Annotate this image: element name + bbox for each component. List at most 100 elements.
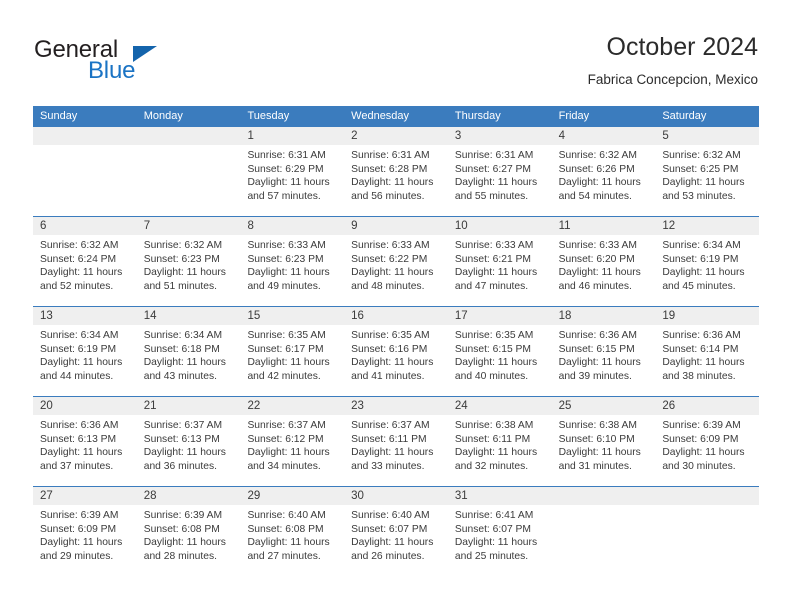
day-info: Sunrise: 6:37 AM Sunset: 6:13 PM Daylight:… — [137, 415, 241, 473]
day-cell[interactable]: 19 Sunrise: 6:36 AM Sunset: 6:14 PM Dayligh… — [655, 307, 760, 396]
sunrise-text: Sunrise: 6:37 AM — [143, 420, 223, 431]
day-cell[interactable]: 4 Sunrise: 6:32 AM Sunset: 6:26 PM Daylight… — [551, 127, 656, 216]
day-cell[interactable]: 15 Sunrise: 6:35 AM Sunset: 6:17 PM Dayligh… — [240, 307, 345, 396]
day-info: Sunrise: 6:31 AM Sunset: 6:29 PM Daylight:… — [240, 145, 344, 203]
calendar-week-row: 13 Sunrise: 6:34 AM Sunset: 6:19 PM Dayligh… — [33, 306, 760, 396]
day-cell[interactable]: 5 Sunrise: 6:32 AM Sunset: 6:25 PM Daylight… — [655, 127, 760, 216]
sunrise-text: Sunrise: 6:38 AM — [558, 420, 638, 431]
daylight-text: Daylight: 11 hours and 38 minutes. — [662, 357, 745, 382]
sunset-text: Sunset: 6:23 PM — [247, 253, 324, 265]
general-blue-logo[interactable]: General Blue — [34, 36, 274, 92]
day-info: Sunrise: 6:33 AM Sunset: 6:22 PM Daylight:… — [344, 235, 448, 293]
day-number-strip: 20 — [33, 397, 137, 415]
day-number: 16 — [351, 310, 364, 322]
sunrise-text: Sunrise: 6:35 AM — [351, 330, 430, 341]
sunset-text: Sunset: 6:08 PM — [247, 523, 324, 535]
day-info: Sunrise: 6:32 AM Sunset: 6:26 PM Daylight:… — [552, 145, 656, 203]
sunset-text: Sunset: 6:07 PM — [454, 523, 532, 535]
day-number-strip: 18 — [551, 307, 656, 325]
day-cell[interactable]: 22 Sunrise: 6:37 AM Sunset: 6:12 PM Dayligh… — [240, 397, 345, 486]
day-cell[interactable]: 24 Sunrise: 6:38 AM Sunset: 6:11 PM Dayligh… — [447, 397, 552, 486]
day-number: 22 — [247, 400, 261, 412]
day-cell[interactable]: 8 Sunrise: 6:33 AM Sunset: 6:23 PM Daylight… — [240, 217, 345, 306]
sunrise-text: Sunrise: 6:34 AM — [143, 330, 223, 341]
sunrise-text: Sunrise: 6:31 AM — [454, 150, 534, 161]
sunset-text: Sunset: 6:28 PM — [351, 163, 428, 175]
day-number-strip: 22 — [240, 397, 345, 415]
page-header: General Blue October 2024 Fabrica Concep… — [0, 0, 792, 104]
day-cell[interactable]: 13 Sunrise: 6:34 AM Sunset: 6:19 PM Dayligh… — [33, 307, 137, 396]
daylight-text: Daylight: 11 hours and 55 minutes. — [454, 177, 538, 202]
day-number: 17 — [454, 310, 468, 322]
daylight-text: Daylight: 11 hours and 28 minutes. — [143, 537, 226, 562]
sunrise-text: Sunrise: 6:35 AM — [247, 330, 326, 341]
day-info: Sunrise: 6:37 AM Sunset: 6:11 PM Daylight:… — [344, 415, 448, 473]
daylight-text: Daylight: 11 hours and 52 minutes. — [40, 267, 123, 292]
day-number-strip: 27 — [33, 487, 137, 505]
day-cell[interactable]: 23 Sunrise: 6:37 AM Sunset: 6:11 PM Dayligh… — [344, 397, 448, 486]
day-number: 28 — [143, 490, 157, 502]
day-cell[interactable]: 20 Sunrise: 6:36 AM Sunset: 6:13 PM Dayligh… — [33, 397, 137, 486]
day-info: Sunrise: 6:35 AM Sunset: 6:15 PM Daylight:… — [448, 325, 552, 383]
sunset-text: Sunset: 6:26 PM — [558, 163, 635, 175]
week-cells: 27 Sunrise: 6:39 AM Sunset: 6:09 PM Dayligh… — [33, 487, 760, 576]
day-number: 19 — [662, 310, 676, 322]
day-number-strip: 14 — [136, 307, 241, 325]
daylight-text: Daylight: 11 hours and 39 minutes. — [558, 357, 641, 382]
day-number: 27 — [40, 490, 53, 502]
sunset-text: Sunset: 6:27 PM — [454, 163, 532, 175]
day-cell[interactable]: 18 Sunrise: 6:36 AM Sunset: 6:15 PM Dayligh… — [551, 307, 656, 396]
day-cell[interactable]: 3 Sunrise: 6:31 AM Sunset: 6:27 PM Daylight… — [447, 127, 552, 216]
sunrise-text: Sunrise: 6:39 AM — [40, 510, 119, 521]
day-number-strip — [551, 487, 656, 505]
day-info: Sunrise: 6:41 AM Sunset: 6:07 PM Daylight:… — [448, 505, 552, 563]
sunrise-text: Sunrise: 6:34 AM — [662, 240, 741, 251]
day-number: 21 — [143, 400, 157, 412]
day-number-strip: 1 — [240, 127, 345, 145]
calendar-weeks: 1 Sunrise: 6:31 AM Sunset: 6:29 PM Daylight… — [33, 127, 760, 576]
daylight-text: Daylight: 11 hours and 42 minutes. — [247, 357, 330, 382]
day-cell[interactable]: 16 Sunrise: 6:35 AM Sunset: 6:16 PM Dayligh… — [344, 307, 448, 396]
sunset-text: Sunset: 6:07 PM — [351, 523, 428, 535]
day-cell[interactable]: 28 Sunrise: 6:39 AM Sunset: 6:08 PM Dayligh… — [136, 487, 241, 576]
day-cell[interactable]: 29 Sunrise: 6:40 AM Sunset: 6:08 PM Dayligh… — [240, 487, 345, 576]
sunrise-text: Sunrise: 6:40 AM — [351, 510, 430, 521]
day-cell[interactable]: 31 Sunrise: 6:41 AM Sunset: 6:07 PM Dayligh… — [447, 487, 552, 576]
day-cell[interactable]: 14 Sunrise: 6:34 AM Sunset: 6:18 PM Dayligh… — [136, 307, 241, 396]
day-cell[interactable]: 6 Sunrise: 6:32 AM Sunset: 6:24 PM Daylight… — [33, 217, 137, 306]
day-cell[interactable]: 7 Sunrise: 6:32 AM Sunset: 6:23 PM Daylight… — [136, 217, 241, 306]
daylight-text: Daylight: 11 hours and 41 minutes. — [351, 357, 434, 382]
day-cell[interactable]: 27 Sunrise: 6:39 AM Sunset: 6:09 PM Dayligh… — [33, 487, 137, 576]
day-cell[interactable]: 10 Sunrise: 6:33 AM Sunset: 6:21 PM Dayligh… — [447, 217, 552, 306]
day-info: Sunrise: 6:39 AM Sunset: 6:09 PM Daylight:… — [33, 505, 137, 563]
daylight-text: Daylight: 11 hours and 32 minutes. — [454, 447, 538, 472]
page-title: October 2024 — [606, 33, 759, 61]
sunrise-text: Sunrise: 6:36 AM — [558, 330, 638, 341]
day-cell[interactable]: 12 Sunrise: 6:34 AM Sunset: 6:19 PM Dayligh… — [655, 217, 760, 306]
day-cell[interactable]: 30 Sunrise: 6:40 AM Sunset: 6:07 PM Dayligh… — [344, 487, 448, 576]
day-cell[interactable]: 11 Sunrise: 6:33 AM Sunset: 6:20 PM Dayligh… — [551, 217, 656, 306]
day-cell[interactable]: 1 Sunrise: 6:31 AM Sunset: 6:29 PM Daylight… — [240, 127, 345, 216]
day-info: Sunrise: 6:40 AM Sunset: 6:07 PM Daylight:… — [344, 505, 448, 563]
day-number-strip: 25 — [551, 397, 656, 415]
day-cell[interactable]: 21 Sunrise: 6:37 AM Sunset: 6:13 PM Dayligh… — [136, 397, 241, 486]
day-info: Sunrise: 6:39 AM Sunset: 6:09 PM Daylight:… — [655, 415, 759, 473]
day-number-strip: 28 — [136, 487, 241, 505]
day-number-strip: 23 — [344, 397, 448, 415]
day-number-strip: 26 — [655, 397, 760, 415]
week-cells: 13 Sunrise: 6:34 AM Sunset: 6:19 PM Dayligh… — [33, 307, 760, 396]
day-cell[interactable]: 2 Sunrise: 6:31 AM Sunset: 6:28 PM Daylight… — [344, 127, 448, 216]
day-cell-empty — [136, 127, 241, 216]
day-cell[interactable]: 17 Sunrise: 6:35 AM Sunset: 6:15 PM Dayligh… — [447, 307, 552, 396]
day-number: 6 — [40, 220, 47, 232]
day-cell[interactable]: 9 Sunrise: 6:33 AM Sunset: 6:22 PM Daylight… — [344, 217, 448, 306]
day-cell[interactable]: 26 Sunrise: 6:39 AM Sunset: 6:09 PM Dayligh… — [655, 397, 760, 486]
day-cell[interactable]: 25 Sunrise: 6:38 AM Sunset: 6:10 PM Dayligh… — [551, 397, 656, 486]
day-info: Sunrise: 6:35 AM Sunset: 6:16 PM Daylight:… — [344, 325, 448, 383]
sunset-text: Sunset: 6:17 PM — [247, 343, 324, 355]
sunrise-text: Sunrise: 6:36 AM — [40, 420, 119, 431]
day-number: 4 — [558, 130, 565, 142]
sunrise-text: Sunrise: 6:33 AM — [558, 240, 638, 251]
day-number-strip: 21 — [136, 397, 241, 415]
weekday-header-thursday: Thursday — [454, 110, 501, 122]
